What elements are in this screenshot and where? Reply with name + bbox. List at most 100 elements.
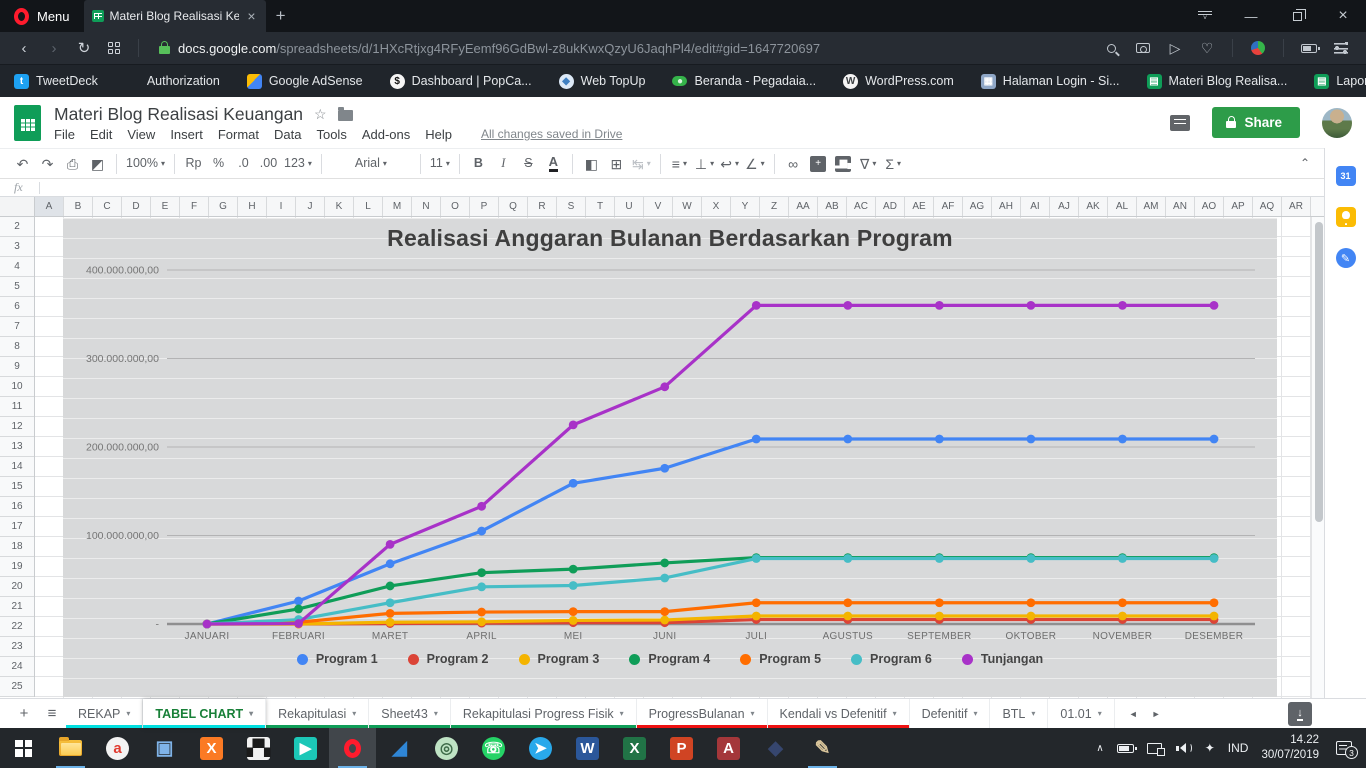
vertical-scrollbar[interactable]: [1311, 217, 1324, 698]
sheet-tab-kendali-vs-defenitif[interactable]: Kendali vs Defenitif▾: [768, 699, 910, 728]
column-header-ao[interactable]: AO: [1195, 197, 1224, 216]
row-header-16[interactable]: 16: [0, 497, 34, 517]
settings-sliders-icon[interactable]: [1326, 35, 1356, 61]
row-header-8[interactable]: 8: [0, 337, 34, 357]
sheet-tab-rekapitulasi-progress-fisik[interactable]: Rekapitulasi Progress Fisik▾: [451, 699, 637, 728]
row-header-11[interactable]: 11: [0, 397, 34, 417]
menu-edit[interactable]: Edit: [90, 127, 112, 142]
bookmark-web-topup[interactable]: ◆Web TopUp: [559, 74, 646, 89]
clock[interactable]: 14.22 30/07/2019: [1261, 733, 1319, 763]
bookmark-beranda-pegadaia[interactable]: ●Beranda - Pegadaia...: [672, 74, 816, 88]
zoom-select[interactable]: 100%▾: [123, 152, 168, 176]
forward-button[interactable]: ›: [40, 35, 68, 61]
column-header-m[interactable]: M: [383, 197, 412, 216]
menu-add-ons[interactable]: Add-ons: [362, 127, 410, 142]
sheet-tab-progressbulanan[interactable]: ProgressBulanan▾: [637, 699, 768, 728]
share-button[interactable]: Share: [1212, 107, 1300, 138]
print-icon[interactable]: ⎙: [60, 152, 85, 176]
keep-icon[interactable]: [1336, 207, 1356, 227]
spreadsheet-grid[interactable]: 2345678910111213141516171819202122232425…: [0, 217, 1324, 698]
move-folder-icon[interactable]: [338, 110, 353, 121]
column-header-am[interactable]: AM: [1137, 197, 1166, 216]
restore-button[interactable]: [1274, 0, 1320, 32]
column-header-ak[interactable]: AK: [1079, 197, 1108, 216]
browser-tab[interactable]: Materi Blog Realisasi Keuan ×: [84, 0, 266, 32]
chart[interactable]: Realisasi Anggaran Bulanan Berdasarkan P…: [63, 218, 1277, 697]
language-indicator[interactable]: IND: [1228, 741, 1249, 755]
volume-icon[interactable]: [1175, 743, 1192, 753]
column-header-k[interactable]: K: [325, 197, 354, 216]
menu-help[interactable]: Help: [425, 127, 452, 142]
tray-expand-icon[interactable]: ∧: [1096, 743, 1103, 754]
formula-bar[interactable]: fx: [0, 179, 1324, 197]
legend-item-tunjangan[interactable]: Tunjangan: [962, 652, 1043, 666]
save-status[interactable]: All changes saved in Drive: [481, 127, 622, 141]
column-header-l[interactable]: L: [354, 197, 383, 216]
menu-view[interactable]: View: [127, 127, 155, 142]
row-header-23[interactable]: 23: [0, 637, 34, 657]
gimp[interactable]: ✎: [799, 728, 846, 768]
sheets-logo-icon[interactable]: [14, 105, 41, 141]
menu-file[interactable]: File: [54, 127, 75, 142]
sheet-tab-defenitif[interactable]: Defenitif▾: [910, 699, 991, 728]
row-header-22[interactable]: 22: [0, 617, 34, 637]
scrollbar-thumb[interactable]: [1315, 222, 1323, 522]
network-icon[interactable]: [1147, 743, 1162, 754]
borders-button[interactable]: ⊞: [604, 152, 629, 176]
manga-reader[interactable]: ▞▚: [235, 728, 282, 768]
row-header-3[interactable]: 3: [0, 237, 34, 257]
column-header-ad[interactable]: AD: [876, 197, 905, 216]
menu-format[interactable]: Format: [218, 127, 259, 142]
tab-close-icon[interactable]: ×: [245, 8, 257, 24]
sheet-tab-rekapitulasi[interactable]: Rekapitulasi▾: [266, 699, 369, 728]
column-header-aq[interactable]: AQ: [1253, 197, 1282, 216]
column-header-al[interactable]: AL: [1108, 197, 1137, 216]
row-header-24[interactable]: 24: [0, 657, 34, 677]
scroll-tabs-right-icon[interactable]: ►: [1152, 709, 1161, 719]
dropbox-icon[interactable]: ✦: [1205, 741, 1215, 755]
italic-button[interactable]: I: [491, 152, 516, 176]
column-header-ah[interactable]: AH: [992, 197, 1021, 216]
sheet-tab-sheet43[interactable]: Sheet43▾: [369, 699, 451, 728]
calendar-icon[interactable]: 31: [1336, 166, 1356, 186]
sheet-tab-rekap[interactable]: REKAP▾: [66, 699, 143, 728]
font-size-select[interactable]: 11▾: [427, 152, 453, 176]
comments-icon[interactable]: [1170, 115, 1190, 131]
column-header-aj[interactable]: AJ: [1050, 197, 1079, 216]
undo-icon[interactable]: ↶: [10, 152, 35, 176]
functions-button[interactable]: Σ▾: [881, 152, 906, 176]
column-header-n[interactable]: N: [412, 197, 441, 216]
row-header-17[interactable]: 17: [0, 517, 34, 537]
decrease-decimals-button[interactable]: .0: [231, 152, 256, 176]
idm-extension-icon[interactable]: [1243, 35, 1273, 61]
column-header-ag[interactable]: AG: [963, 197, 992, 216]
bookmark-laporan-real-time[interactable]: ▤Laporan Real Time...: [1314, 74, 1366, 89]
doc-title[interactable]: Materi Blog Realisasi Keuangan: [54, 104, 303, 125]
sheet-tab-01-01[interactable]: 01.01▾: [1048, 699, 1114, 728]
file-explorer[interactable]: [47, 728, 94, 768]
row-header-4[interactable]: 4: [0, 257, 34, 277]
my-flow-send-icon[interactable]: ▷: [1160, 35, 1190, 61]
text-rotation-button[interactable]: ∠▾: [742, 152, 768, 176]
reload-button[interactable]: ↻: [70, 35, 98, 61]
text-color-button[interactable]: A: [541, 152, 566, 176]
avatar[interactable]: [1322, 108, 1352, 138]
bold-button[interactable]: B: [466, 152, 491, 176]
snapshot-camera-icon[interactable]: [1128, 35, 1158, 61]
all-sheets-button[interactable]: ≡: [38, 699, 66, 728]
row-header-21[interactable]: 21: [0, 597, 34, 617]
column-header-ai[interactable]: AI: [1021, 197, 1050, 216]
vscode[interactable]: ◢: [376, 728, 423, 768]
column-header-af[interactable]: AF: [934, 197, 963, 216]
search-icon[interactable]: [1096, 35, 1126, 61]
column-header-b[interactable]: B: [64, 197, 93, 216]
legend-item-program-3[interactable]: Program 3: [519, 652, 600, 666]
legend-item-program-5[interactable]: Program 5: [740, 652, 821, 666]
opera-menu-button[interactable]: Menu: [0, 0, 84, 32]
opera[interactable]: [329, 728, 376, 768]
column-header-ac[interactable]: AC: [847, 197, 876, 216]
column-header-t[interactable]: T: [586, 197, 615, 216]
menu-insert[interactable]: Insert: [170, 127, 203, 142]
lock-icon[interactable]: [159, 46, 170, 54]
column-header-c[interactable]: C: [93, 197, 122, 216]
